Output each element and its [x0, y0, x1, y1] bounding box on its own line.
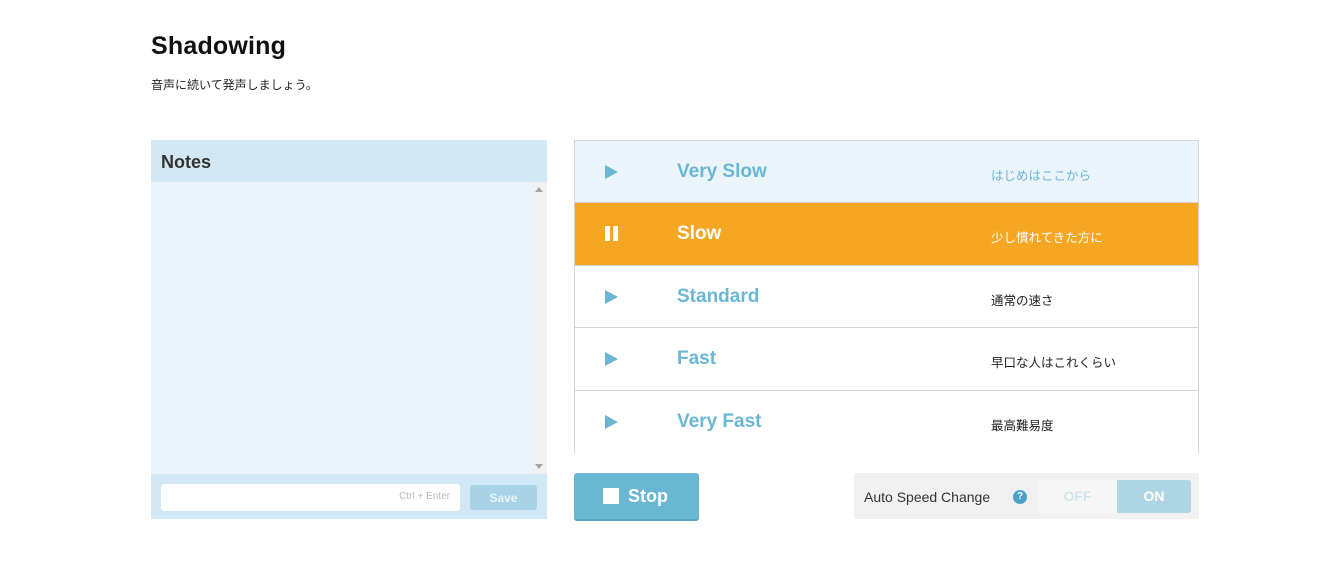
notes-scrollbar[interactable] [531, 182, 547, 474]
play-icon [605, 165, 618, 179]
speed-description: 少し慣れてきた方に [991, 231, 1103, 246]
play-icon [605, 352, 618, 367]
play-icon [605, 289, 618, 304]
speed-description: 通常の速さ [991, 293, 1054, 308]
toggle-off-option[interactable]: OFF [1038, 480, 1117, 513]
help-icon[interactable]: ? [1013, 490, 1027, 504]
speed-row-standard[interactable]: Standard 通常の速さ [575, 265, 1198, 329]
speed-description: 早口な人はこれくらい [991, 356, 1117, 371]
stop-label: Stop [628, 485, 668, 506]
speed-label: Very Slow [677, 161, 767, 182]
scroll-up-arrow-icon[interactable] [535, 187, 543, 192]
speed-label: Fast [677, 348, 717, 370]
notes-title: Notes [161, 152, 212, 172]
auto-speed-panel: Auto Speed Change ? OFF ON [854, 473, 1199, 519]
notes-textarea[interactable] [151, 182, 531, 474]
auto-speed-label: Auto Speed Change [864, 489, 991, 505]
speed-row-fast[interactable]: Fast 早口な人はこれくらい [575, 328, 1198, 391]
save-button[interactable]: Save [470, 485, 537, 510]
stop-button[interactable]: Stop [574, 473, 699, 519]
notes-footer: Ctrl + Enter Save [151, 474, 547, 519]
speed-list: Very Slow はじめはここから Slow 少し慣れてきた方に Standa… [574, 140, 1199, 453]
page-subtitle: 音声に続いて発声しましょう。 [151, 78, 318, 92]
speed-label: Slow [677, 223, 722, 245]
page-title: Shadowing [151, 32, 287, 60]
speed-label: Standard [677, 285, 760, 307]
play-icon [605, 414, 618, 429]
speed-row-very-fast[interactable]: Very Fast 最高難易度 [575, 390, 1198, 453]
speed-description: 最高難易度 [991, 418, 1054, 433]
toggle-on-option[interactable]: ON [1117, 480, 1191, 513]
auto-speed-toggle[interactable]: OFF ON [1038, 480, 1191, 513]
speed-row-slow[interactable]: Slow 少し慣れてきた方に [575, 203, 1198, 266]
pause-icon [605, 226, 619, 242]
stop-icon [603, 487, 619, 504]
speed-row-very-slow[interactable]: Very Slow はじめはここから [575, 141, 1198, 204]
notes-body [151, 182, 547, 474]
note-input-wrapper: Ctrl + Enter [161, 484, 460, 511]
scroll-down-arrow-icon[interactable] [535, 464, 543, 469]
speed-label: Very Fast [677, 410, 762, 432]
speed-description: はじめはここから [991, 169, 1092, 183]
note-input[interactable] [161, 484, 460, 511]
notes-panel: Notes Ctrl + Enter Save [151, 140, 547, 519]
